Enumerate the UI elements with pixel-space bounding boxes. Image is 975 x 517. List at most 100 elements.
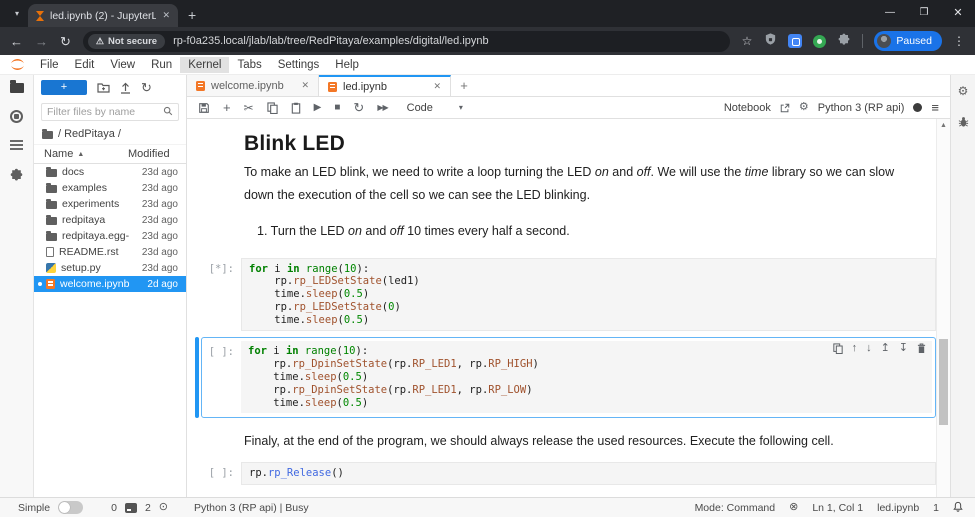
table-of-contents-icon[interactable]: [10, 140, 23, 142]
filter-files-input[interactable]: [47, 106, 159, 118]
forward-button[interactable]: →: [35, 35, 48, 48]
green-extension-icon[interactable]: [813, 35, 826, 48]
bell-icon[interactable]: [953, 501, 963, 515]
status-filename[interactable]: led.ipynb: [877, 502, 919, 514]
delete-cell-icon[interactable]: [917, 343, 926, 354]
move-cell-up-icon[interactable]: ↑: [852, 343, 858, 354]
add-cell-icon[interactable]: +: [223, 101, 231, 114]
extensions-puzzle-icon[interactable]: [837, 32, 851, 51]
terminals-count[interactable]: 0: [111, 502, 117, 514]
command-mode-indicator[interactable]: Mode: Command: [695, 502, 776, 514]
file-modified: 2d ago: [134, 279, 178, 290]
kernel-name[interactable]: Python 3 (RP api): [818, 102, 905, 114]
password-manager-extension-icon[interactable]: [788, 34, 802, 48]
cursor-position[interactable]: Ln 1, Col 1: [812, 502, 863, 514]
menu-file[interactable]: File: [32, 57, 67, 73]
new-launcher-button[interactable]: +: [41, 80, 87, 95]
hamburger-menu-icon[interactable]: ≡: [931, 100, 939, 115]
move-cell-down-icon[interactable]: ↓: [866, 343, 872, 354]
menu-help[interactable]: Help: [327, 57, 367, 73]
kernel-status-text[interactable]: Python 3 (RP api) | Busy: [194, 502, 309, 514]
menu-edit[interactable]: Edit: [67, 57, 103, 73]
scrollbar-thumb[interactable]: [939, 339, 948, 425]
kernels-count[interactable]: 2: [145, 502, 151, 514]
menu-kernel[interactable]: Kernel: [180, 57, 229, 73]
file-row-redpitaya[interactable]: redpitaya23d ago: [34, 212, 186, 228]
running-sessions-icon[interactable]: [10, 110, 23, 123]
code-editor[interactable]: for i in range(10): rp.rp_DpinSetState(r…: [241, 341, 932, 413]
new-tab-button[interactable]: +: [188, 8, 196, 22]
run-cell-icon[interactable]: ▶: [314, 103, 322, 113]
menu-tabs[interactable]: Tabs: [229, 57, 269, 73]
upload-icon[interactable]: [120, 82, 131, 94]
file-row-setup.py[interactable]: setup.py23d ago: [34, 260, 186, 276]
name-column-header[interactable]: Name▲: [44, 148, 128, 160]
tab-close-icon[interactable]: ✕: [433, 81, 441, 92]
breadcrumb[interactable]: / RedPitaya /: [34, 123, 186, 144]
status-bar: Simple 0 2 ⊙ Python 3 (RP api) | Busy Mo…: [0, 497, 975, 517]
stop-kernel-icon[interactable]: ■: [334, 103, 340, 113]
tab-close-icon[interactable]: ✕: [301, 80, 309, 91]
menu-view[interactable]: View: [102, 57, 143, 73]
minimize-button[interactable]: —: [873, 0, 907, 27]
file-name: redpitaya: [62, 214, 129, 226]
security-chip[interactable]: ⚠ Not secure: [88, 34, 165, 49]
menu-settings[interactable]: Settings: [270, 57, 328, 73]
external-link-icon[interactable]: [780, 103, 790, 113]
file-row-README.rst[interactable]: README.rst23d ago: [34, 244, 186, 260]
maximize-button[interactable]: ❐: [907, 0, 941, 27]
kernel-sessions-icon[interactable]: ⊙: [159, 502, 168, 513]
close-button[interactable]: ✕: [941, 0, 975, 27]
copy-cells-icon[interactable]: [267, 102, 278, 114]
code-cell-1[interactable]: [*]: for i in range(10): rp.rp_LEDSetSta…: [187, 258, 936, 332]
scroll-up-icon[interactable]: ▲: [937, 119, 950, 129]
tab-welcome-ipynb[interactable]: welcome.ipynb ✕: [187, 75, 319, 96]
file-browser-icon[interactable]: [10, 83, 24, 93]
file-row-redpitaya.egg-info[interactable]: redpitaya.egg-info23d ago: [34, 228, 186, 244]
tab-led-ipynb[interactable]: led.ipynb ✕: [319, 75, 451, 96]
address-bar[interactable]: ⚠ Not secure rp-f0a235.local/jlab/lab/tr…: [83, 31, 730, 52]
back-button[interactable]: ←: [10, 35, 23, 48]
file-row-examples[interactable]: examples23d ago: [34, 180, 186, 196]
notification-count[interactable]: 1: [933, 502, 939, 514]
cut-cells-icon[interactable]: ✂: [244, 102, 254, 114]
code-editor[interactable]: for i in range(10): rp.rp_LEDSetState(le…: [241, 258, 936, 332]
file-row-welcome.ipynb[interactable]: welcome.ipynb2d ago: [34, 276, 186, 292]
run-all-icon[interactable]: ▶▶: [377, 104, 387, 112]
property-inspector-icon[interactable]: ⚙: [958, 85, 969, 97]
tab-close-icon[interactable]: ✕: [162, 10, 170, 21]
simple-mode-toggle[interactable]: [58, 501, 83, 514]
notebook-link-label[interactable]: Notebook: [724, 102, 771, 114]
gear-icon[interactable]: ⚙: [799, 102, 809, 113]
insert-cell-below-icon[interactable]: ↧: [899, 343, 908, 354]
insert-cell-above-icon[interactable]: ↥: [881, 343, 890, 354]
restart-kernel-icon[interactable]: ↻: [353, 101, 364, 114]
shield-extension-icon[interactable]: [764, 32, 777, 51]
new-folder-icon[interactable]: [97, 82, 110, 93]
terminal-icon[interactable]: [125, 503, 137, 513]
code-cell-3[interactable]: [ ]: rp.rp_Release(): [187, 462, 936, 485]
markdown-paragraph: Finaly, at the end of the program, we sh…: [244, 430, 912, 453]
reload-button[interactable]: ↻: [60, 35, 71, 48]
file-row-experiments[interactable]: experiments23d ago: [34, 196, 186, 212]
new-notebook-tab-button[interactable]: +: [451, 75, 477, 96]
duplicate-cell-icon[interactable]: [833, 343, 843, 354]
modified-column-header[interactable]: Modified: [128, 148, 178, 160]
code-cell-2-active[interactable]: [ ]: for i in range(10): rp.rp_DpinSetSt…: [201, 337, 936, 418]
paste-cells-icon[interactable]: [291, 102, 301, 114]
browser-menu-icon[interactable]: ⋮: [953, 34, 965, 48]
tab-search-button[interactable]: ▾: [8, 5, 26, 23]
profile-paused-button[interactable]: Paused: [874, 31, 942, 51]
menu-run[interactable]: Run: [143, 57, 180, 73]
circled-x-icon[interactable]: ⊗: [789, 502, 798, 513]
file-row-docs[interactable]: docs23d ago: [34, 164, 186, 180]
code-editor[interactable]: rp.rp_Release(): [241, 462, 936, 485]
save-icon[interactable]: [198, 102, 210, 114]
cell-type-dropdown[interactable]: Code ▾: [407, 102, 463, 114]
refresh-icon[interactable]: ↻: [141, 80, 152, 96]
debugger-bug-icon[interactable]: [958, 115, 969, 133]
bookmark-star-icon[interactable]: ☆: [742, 34, 753, 48]
extension-manager-icon[interactable]: [9, 167, 24, 187]
notebook-scrollbar[interactable]: ▲: [936, 119, 950, 497]
browser-tab[interactable]: led.ipynb (2) - JupyterLab ✕: [28, 4, 178, 27]
